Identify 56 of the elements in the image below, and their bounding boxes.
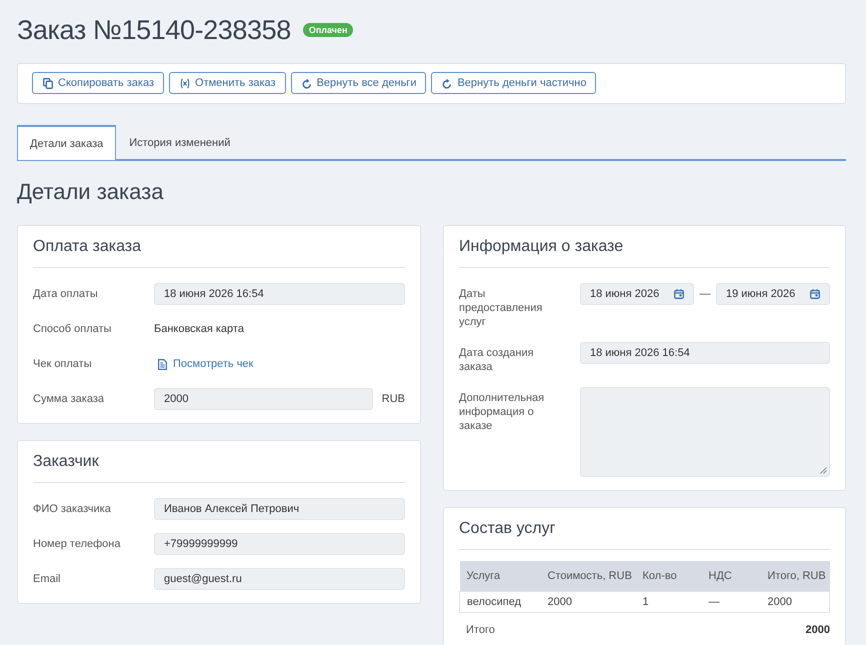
input-field[interactable]: guest@guest.ru [154,568,405,590]
input-field[interactable]: +79999999999 [154,533,405,555]
card-title: Состав услуг [459,518,830,550]
copy-icon [43,78,53,88]
textarea-field[interactable] [580,387,830,477]
table-cell: 1 [636,592,702,612]
calendar-icon [810,289,820,299]
field-label: Дата создания заказа [459,346,535,374]
field-label: Дата оплаты [33,287,99,301]
section-heading: Детали заказа [17,178,164,206]
table-cell: велосипед [460,592,540,612]
field-label: Способ оплаты [33,322,112,336]
table-cell: 2000 [760,592,830,612]
order-title: Заказ №15140-238358 [17,14,291,46]
column-header: Итого, RUB [760,561,830,592]
column-header: Стоимость, RUB [540,561,636,592]
input-field[interactable]: Иванов Алексей Петрович [154,498,405,520]
document-icon [158,358,167,370]
date-field[interactable]: 19 июня 2026 [716,283,830,305]
field-label: Номер телефона [33,537,122,551]
status-badge: Оплачен [302,23,354,37]
circular-arrow-icon [302,78,312,88]
column-header: Услуга [460,561,540,592]
total-label: Итого [466,624,495,636]
range-dash: — [698,288,712,300]
table-cell: 2000 [540,592,636,612]
receipt-link[interactable]: Посмотреть чек [173,358,254,370]
calendar-icon [674,289,684,299]
cancel-order-button[interactable]: Отменить заказ [169,72,286,94]
input-field[interactable]: 18 июня 2026 16:54 [154,283,405,305]
card-title: Заказчик [33,451,405,483]
circular-arrow-icon [442,78,452,88]
card-title: Оплата заказа [33,236,405,268]
total-value: 2000 [806,624,830,636]
column-header: Кол-во [636,561,702,592]
field-label: Чек оплаты [33,357,93,371]
input-field[interactable]: 18 июня 2026 16:54 [580,342,830,364]
field-label: Дополнительная информация о заказе [459,391,546,433]
column-header: НДС [702,561,760,592]
currency-label: RUB [382,393,405,405]
refund-button[interactable]: Вернуть деньги частично [431,72,596,94]
bracketed-x-icon [180,78,190,88]
field-label: Email [33,572,62,586]
table-cell: — [702,592,760,612]
date-field[interactable]: 18 июня 2026 [580,283,694,305]
resize-grip-icon [820,467,827,474]
input-field[interactable]: 2000 [154,388,373,410]
tab[interactable]: Детали заказа [17,125,116,160]
card-title: Информация о заказе [459,236,830,268]
field-label: Даты предоставления услуг [459,287,544,329]
field-label: ФИО заказчика [33,502,112,516]
field-value: Банковская карта [154,322,244,337]
refund-button[interactable]: Вернуть все деньги [290,72,426,94]
copy-order-button[interactable]: Скопировать заказ [32,72,164,94]
tab[interactable]: История изменений [116,125,244,160]
field-label: Сумма заказа [33,392,105,406]
